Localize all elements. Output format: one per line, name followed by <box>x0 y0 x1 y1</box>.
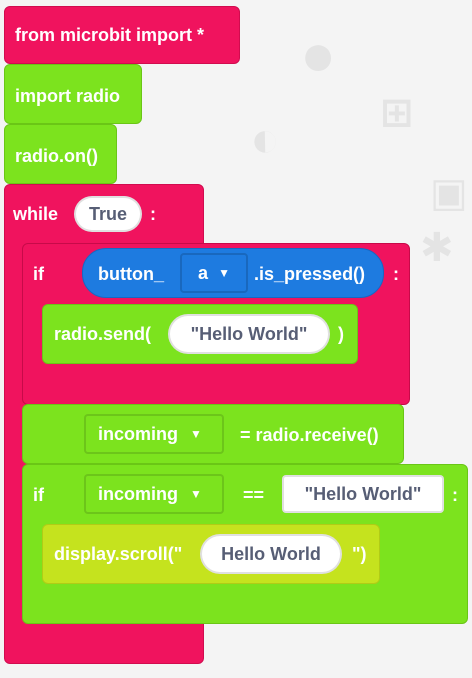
background-decoration: ▣ <box>430 171 468 215</box>
import-microbit-label: from microbit import * <box>15 25 205 45</box>
button-option: a <box>198 262 209 283</box>
if2-operator: == <box>243 485 265 505</box>
while-condition-field[interactable]: True <box>74 196 142 232</box>
radio-send-suffix: ) <box>338 324 344 344</box>
assign-variable-dropdown[interactable]: incoming ▼ <box>84 414 224 454</box>
if1-colon: : <box>393 264 399 284</box>
if2-compare-value-field[interactable]: "Hello World" <box>282 475 444 513</box>
button-select-dropdown[interactable]: a ▼ <box>180 253 248 293</box>
radio-send-prefix: radio.send( <box>54 324 152 344</box>
assign-expression: = radio.receive() <box>240 425 379 445</box>
import-radio-block[interactable]: import radio <box>4 64 142 124</box>
radio-on-block[interactable]: radio.on() <box>4 124 117 184</box>
while-keyword: while <box>13 204 59 224</box>
display-scroll-argument-field[interactable]: Hello World <box>200 534 342 574</box>
radio-send-argument-field[interactable]: "Hello World" <box>168 314 330 354</box>
caret-down-icon: ▼ <box>218 266 230 280</box>
background-decoration: ● <box>300 21 337 88</box>
if2-variable-name: incoming <box>98 483 178 504</box>
display-scroll-prefix: display.scroll(" <box>54 544 183 564</box>
display-scroll-suffix: ") <box>352 544 367 564</box>
button-suffix: .is_pressed() <box>254 264 366 284</box>
background-decoration: ✱ <box>420 226 454 270</box>
background-decoration: ⊞ <box>380 91 414 135</box>
import-radio-label: import radio <box>15 86 121 106</box>
if2-keyword: if <box>33 485 44 505</box>
while-colon: : <box>150 204 156 224</box>
if2-colon: : <box>452 485 458 505</box>
button-prefix: button_ <box>98 264 164 284</box>
caret-down-icon: ▼ <box>190 427 202 441</box>
if2-variable-dropdown[interactable]: incoming ▼ <box>84 474 224 514</box>
caret-down-icon: ▼ <box>190 487 202 501</box>
import-microbit-block[interactable]: from microbit import * <box>4 6 240 64</box>
assign-variable-name: incoming <box>98 423 178 444</box>
background-decoration: ◐ <box>250 111 281 167</box>
radio-on-label: radio.on() <box>15 146 98 166</box>
if1-keyword: if <box>33 264 44 284</box>
